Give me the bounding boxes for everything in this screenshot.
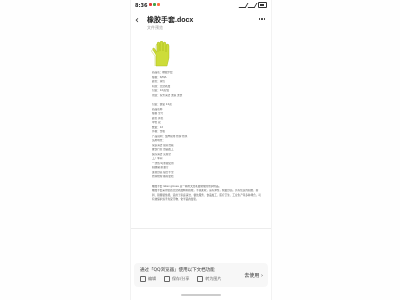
- status-bar: 8:36: [131, 0, 271, 11]
- save-icon: [164, 276, 170, 282]
- save-share-action[interactable]: 保存/分享: [164, 276, 189, 282]
- notification-dot-icon: [149, 3, 152, 6]
- home-indicator[interactable]: [181, 294, 221, 296]
- phone-screen: 8:36 ‹ 橡胶手套.docx 文件预览 商品名：橡胶手套 规格：S/M/L …: [130, 0, 272, 300]
- glove-image: [151, 41, 170, 67]
- page-title: 橡胶手套.docx: [147, 17, 194, 24]
- edit-icon: [140, 276, 146, 282]
- status-time: 8:36: [135, 3, 148, 9]
- document-body: 商品名：橡胶手套 规格：S/M/L 颜色：黄色 材质：天然乳胶 包装：12双/盒…: [152, 71, 262, 203]
- page-divider: [131, 228, 271, 229]
- doc-paragraph: 橡胶手套采用优质天然乳胶精制而成，手感柔软，富有弹性，佩戴舒适，具有优良的耐磨、…: [152, 189, 261, 201]
- image-icon: [197, 276, 204, 282]
- wifi-icon: [247, 2, 258, 8]
- app-bar: ‹ 橡胶手套.docx 文件预览: [131, 11, 271, 33]
- notification-dot-icon: [157, 3, 160, 6]
- save-share-label: 保存/分享: [172, 276, 190, 281]
- edit-label: 编辑: [148, 276, 156, 281]
- battery-icon: [258, 2, 267, 8]
- to-image-action[interactable]: 转为图片: [197, 276, 221, 282]
- screenshot-background: 8:36 ‹ 橡胶手套.docx 文件预览 商品名：橡胶手套 规格：S/M/L …: [0, 0, 400, 300]
- page-subtitle: 文件预览: [147, 25, 163, 30]
- open-in-browser-banner[interactable]: 通过「QQ浏览器」使用以下文档功能 编辑 保存/分享 转为图片 去使用 ›: [134, 263, 268, 287]
- document-preview[interactable]: 商品名：橡胶手套 规格：S/M/L 颜色：黄色 材质：天然乳胶 包装：12双/盒…: [131, 35, 271, 225]
- status-right: [238, 2, 267, 8]
- more-options-icon[interactable]: [257, 15, 267, 23]
- banner-actions: 编辑 保存/分享 转为图片: [140, 276, 221, 282]
- notification-dot-icon: [153, 3, 156, 6]
- banner-text: 通过「QQ浏览器」使用以下文档功能: [140, 268, 215, 273]
- go-use-button[interactable]: 去使用 ›: [244, 272, 263, 279]
- notification-icons: [149, 3, 160, 6]
- to-image-label: 转为图片: [205, 276, 222, 281]
- back-arrow-icon[interactable]: ‹: [135, 15, 139, 27]
- edit-action[interactable]: 编辑: [140, 276, 156, 282]
